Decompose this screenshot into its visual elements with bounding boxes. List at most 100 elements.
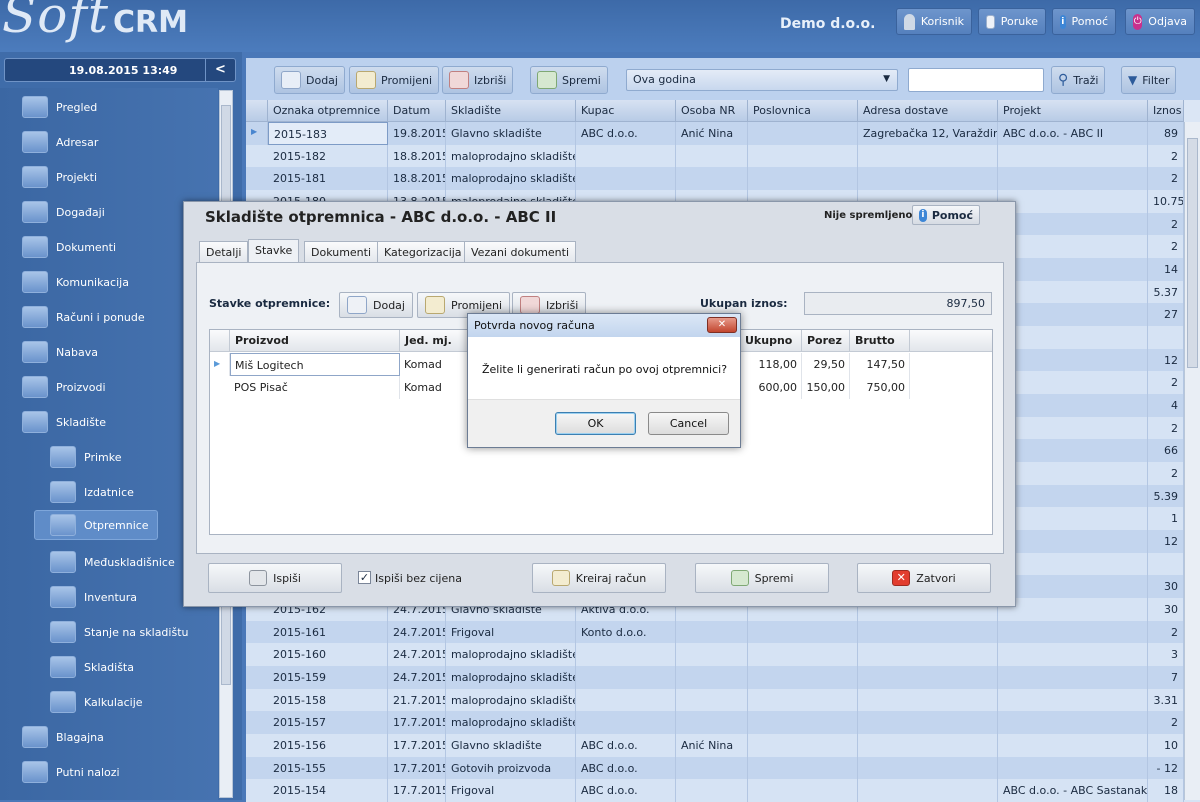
table-row[interactable]: 2015-16024.7.2015.maloprodajno skladište… xyxy=(246,643,1200,667)
filter-button[interactable]: ▼ Filter xyxy=(1121,66,1177,94)
tab-detalji[interactable]: Detalji xyxy=(199,241,249,262)
col-header-kupac[interactable]: Kupac xyxy=(576,100,676,122)
dialog-help-button[interactable]: i Pomoć xyxy=(912,205,980,225)
total-value: 897,50 xyxy=(804,292,992,315)
grid-scroll-thumb[interactable] xyxy=(1187,138,1198,368)
cell-product[interactable]: Miš Logitech xyxy=(230,353,400,376)
ok-button[interactable]: OK xyxy=(555,412,636,435)
col-header-projekt[interactable]: Projekt xyxy=(998,100,1148,122)
table-row[interactable]: 2015-18118.8.2015.maloprodajno skladište… xyxy=(246,167,1200,191)
add-button[interactable]: Dodaj xyxy=(274,66,345,94)
issue-icon xyxy=(50,481,76,503)
sidebar-item-proizvodi[interactable]: Proizvodi xyxy=(22,372,106,402)
sidebar-subitem-otpremnice[interactable]: Otpremnice xyxy=(34,510,158,540)
user-button[interactable]: Korisnik xyxy=(896,8,972,35)
tab-vezani-dokumenti[interactable]: Vezani dokumenti xyxy=(464,241,577,262)
table-row[interactable]: 2015-15617.7.2015.Glavno skladišteABC d.… xyxy=(246,734,1200,758)
user-icon xyxy=(904,13,915,30)
sidebar-item-pregled[interactable]: Pregled xyxy=(22,92,97,122)
col-header-poslovnica[interactable]: Poslovnica xyxy=(748,100,858,122)
cell-tax: 29,50 xyxy=(802,353,850,376)
sidebar-subitem-inventura[interactable]: Inventura xyxy=(50,582,137,612)
cash-register-icon xyxy=(22,726,48,748)
company-name: Demo d.o.o. xyxy=(780,16,876,32)
sidebar-subitem-meduskladisnice[interactable]: Međuskladišnice xyxy=(50,547,175,577)
confirm-dialog-message: Želite li generirati račun po ovoj otpre… xyxy=(482,363,728,376)
cell-projekt xyxy=(998,348,1148,372)
cell-osoba xyxy=(676,620,748,644)
sidebar-item-skladiste[interactable]: Skladište xyxy=(22,407,106,437)
sidebar-subitem-skladista[interactable]: Skladišta xyxy=(50,652,134,682)
messages-button[interactable]: Poruke xyxy=(978,8,1046,35)
sidebar-subitem-kalkulacije[interactable]: Kalkulacije xyxy=(50,687,143,717)
cell-osoba xyxy=(676,756,748,780)
search-button[interactable]: ⚲ Traži xyxy=(1051,66,1106,94)
col-header-brutto[interactable]: Brutto xyxy=(850,330,910,352)
edit-button[interactable]: Promijeni xyxy=(349,66,440,94)
tab-dokumenti[interactable]: Dokumenti xyxy=(304,241,379,262)
sidebar-item-blagajna[interactable]: Blagajna xyxy=(22,722,104,752)
confirm-dialog-close-button[interactable]: ✕ xyxy=(707,317,737,333)
dialog-close-button[interactable]: ✕ Zatvori xyxy=(857,563,991,593)
cancel-button[interactable]: Cancel xyxy=(648,412,729,435)
sidebar-item-nabava[interactable]: Nabava xyxy=(22,337,98,367)
cell-oznaka: 2015-160 xyxy=(268,643,388,667)
cell-iznos: 2 xyxy=(1148,462,1184,486)
sidebar-subitem-stanje[interactable]: Stanje na skladištu xyxy=(50,617,189,647)
cell-iznos: 1 xyxy=(1148,507,1184,531)
cell-projekt xyxy=(998,575,1148,599)
sidebar-item-adresar[interactable]: Adresar xyxy=(22,127,98,157)
help-button[interactable]: i Pomoć xyxy=(1052,8,1116,35)
sidebar-subitem-izdatnice[interactable]: Izdatnice xyxy=(50,477,134,507)
sidebar-item-komunikacija[interactable]: Komunikacija xyxy=(22,267,129,297)
table-row[interactable]: 2015-15924.7.2015.maloprodajno skladište… xyxy=(246,666,1200,690)
col-header-iznos[interactable]: Iznos xyxy=(1148,100,1184,122)
sidebar-item-projekti[interactable]: Projekti xyxy=(22,162,97,192)
col-header-ukupno[interactable]: Ukupno xyxy=(740,330,802,352)
print-without-prices-checkbox[interactable]: ✓ xyxy=(358,571,371,584)
sidebar-item-dokumenti[interactable]: Dokumenti xyxy=(22,232,116,262)
cell-datum: 17.7.2015. xyxy=(388,779,446,802)
delete-button[interactable]: Izbriši xyxy=(442,66,514,94)
col-header-datum[interactable]: Datum xyxy=(388,100,446,122)
col-header-osoba[interactable]: Osoba NR xyxy=(676,100,748,122)
table-row[interactable]: 2015-16124.7.2015.FrigovalKonto d.o.o. 2 xyxy=(246,620,1200,644)
logout-button[interactable]: ⏻ Odjava xyxy=(1125,8,1195,35)
sidebar-item-putni-nalozi[interactable]: Putni nalozi xyxy=(22,757,120,787)
col-header-jed-mj[interactable]: Jed. mj. xyxy=(400,330,470,352)
sidebar-subitem-primke[interactable]: Primke xyxy=(50,442,121,472)
tab-stavke[interactable]: Stavke xyxy=(248,239,300,263)
print-button[interactable]: Ispiši xyxy=(208,563,342,593)
grid-scrollbar[interactable] xyxy=(1184,122,1200,800)
calculator-icon xyxy=(50,691,76,713)
col-header-proizvod[interactable]: Proizvod xyxy=(230,330,400,352)
cell-kupac: ABC d.o.o. xyxy=(576,734,676,758)
collapse-sidebar-button[interactable]: < xyxy=(205,59,235,81)
dialog-save-button[interactable]: Spremi xyxy=(695,563,829,593)
item-add-button[interactable]: Dodaj xyxy=(339,292,413,318)
table-row[interactable]: 2015-15417.7.2015.FrigovalABC d.o.o. ABC … xyxy=(246,779,1200,802)
search-input[interactable] xyxy=(908,68,1044,92)
cell-iznos xyxy=(1148,552,1184,576)
tab-kategorizacija[interactable]: Kategorizacija xyxy=(377,241,469,262)
col-header-skladiste[interactable]: Skladište xyxy=(446,100,576,122)
cell-iznos: 3 xyxy=(1148,643,1184,667)
col-header-porez[interactable]: Porez xyxy=(802,330,850,352)
cell-oznaka: 2015-159 xyxy=(268,666,388,690)
table-row[interactable]: 2015-18218.8.2015.maloprodajno skladište… xyxy=(246,144,1200,168)
table-row[interactable]: 2015-15517.7.2015.Gotovih proizvodaABC d… xyxy=(246,756,1200,780)
col-header-oznaka[interactable]: Oznaka otpremnice xyxy=(268,100,388,122)
save-button[interactable]: Spremi xyxy=(530,66,608,94)
cell-iznos: 2 xyxy=(1148,144,1184,168)
col-header-adresa[interactable]: Adresa dostave xyxy=(858,100,998,122)
period-select[interactable]: Ova godina ▼ xyxy=(626,69,898,91)
sidebar-item-dogadaji[interactable]: Događaji xyxy=(22,197,105,227)
table-row[interactable]: 2015-15821.7.2015.maloprodajno skladište… xyxy=(246,688,1200,712)
cell-osoba: Anić Nina xyxy=(676,122,748,145)
table-row[interactable]: 2015-15717.7.2015.maloprodajno skladište… xyxy=(246,711,1200,735)
sidebar-item-racuni[interactable]: Računi i ponude xyxy=(22,302,145,332)
transfer-icon xyxy=(50,551,76,573)
table-row[interactable]: ▶2015-18319.8.2015.Glavno skladišteABC d… xyxy=(246,122,1200,145)
create-invoice-button[interactable]: Kreiraj račun xyxy=(532,563,666,593)
cell-total: 600,00 xyxy=(740,376,802,399)
